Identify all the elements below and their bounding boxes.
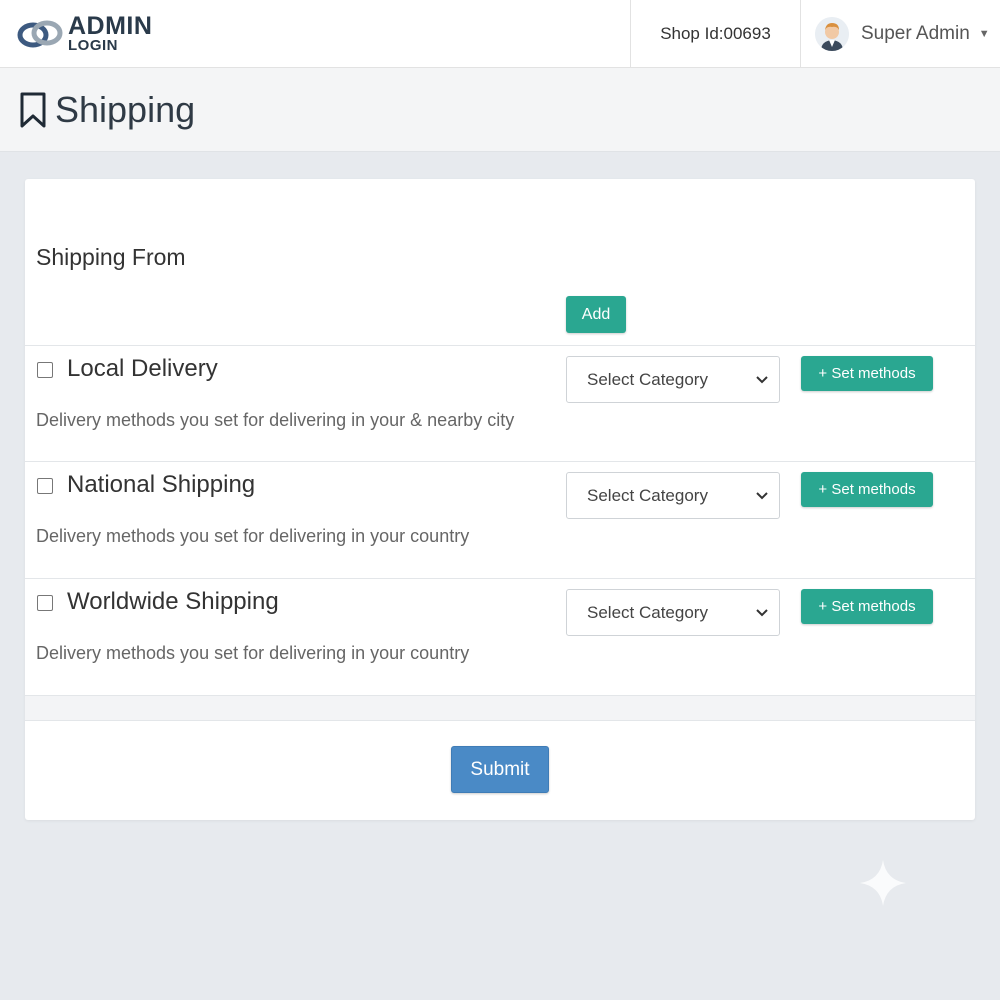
chevron-down-icon <box>756 376 768 384</box>
category-select[interactable]: Select Category <box>566 472 780 519</box>
logo-subtitle: LOGIN <box>68 37 118 54</box>
user-name: Super Admin <box>861 22 970 44</box>
select-value: Select Category <box>587 485 708 505</box>
row-title: Worldwide Shipping <box>67 588 279 615</box>
category-select[interactable]: Select Category <box>566 589 780 636</box>
logo-icon <box>17 20 63 47</box>
shipping-row-local: Local Delivery Delivery methods you set … <box>25 346 975 462</box>
row-description: Delivery methods you set for delivering … <box>36 643 470 663</box>
logo[interactable]: ADMIN LOGIN <box>0 0 630 67</box>
caret-down-icon: ▼ <box>978 27 990 40</box>
chevron-down-icon <box>756 609 768 617</box>
chevron-down-icon <box>756 492 768 500</box>
shipping-row-worldwide: Worldwide Shipping Delivery methods you … <box>25 579 975 695</box>
row-title: National Shipping <box>67 471 256 498</box>
submit-button[interactable]: Submit <box>451 746 549 793</box>
category-select[interactable]: Select Category <box>566 356 780 403</box>
form-footer-strip <box>25 695 975 721</box>
national-shipping-checkbox[interactable] <box>37 478 53 494</box>
row-title: Local Delivery <box>67 355 218 382</box>
avatar-icon <box>815 16 849 51</box>
page-title: Shipping <box>55 88 196 130</box>
row-description: Delivery methods you set for delivering … <box>36 526 470 546</box>
row-description: Delivery methods you set for delivering … <box>36 410 515 430</box>
logo-title: ADMIN <box>68 12 153 40</box>
shipping-row-national: National Shipping Delivery methods you s… <box>25 462 975 578</box>
shipping-form-card: Shipping From Add Local Delivery Deliver… <box>25 179 975 820</box>
add-button[interactable]: Add <box>566 296 626 333</box>
set-methods-button[interactable]: + Set methods <box>801 472 933 507</box>
logo-text: ADMIN LOGIN <box>68 12 153 54</box>
set-methods-button[interactable]: + Set methods <box>801 589 933 624</box>
set-methods-button[interactable]: + Set methods <box>801 356 933 391</box>
select-value: Select Category <box>587 602 708 622</box>
page-header: Shipping <box>0 68 1000 152</box>
bookmark-icon <box>20 92 46 127</box>
user-menu[interactable]: Super Admin ▼ <box>800 0 1000 67</box>
local-delivery-checkbox[interactable] <box>37 362 53 378</box>
shop-id: Shop Id:00693 <box>630 0 800 67</box>
top-bar: ADMIN LOGIN Shop Id:00693 Super Admin ▼ <box>0 0 1000 68</box>
worldwide-shipping-checkbox[interactable] <box>37 595 53 611</box>
sparkle-icon <box>860 860 906 906</box>
select-value: Select Category <box>587 369 708 389</box>
shipping-from-heading: Shipping From <box>36 244 186 270</box>
